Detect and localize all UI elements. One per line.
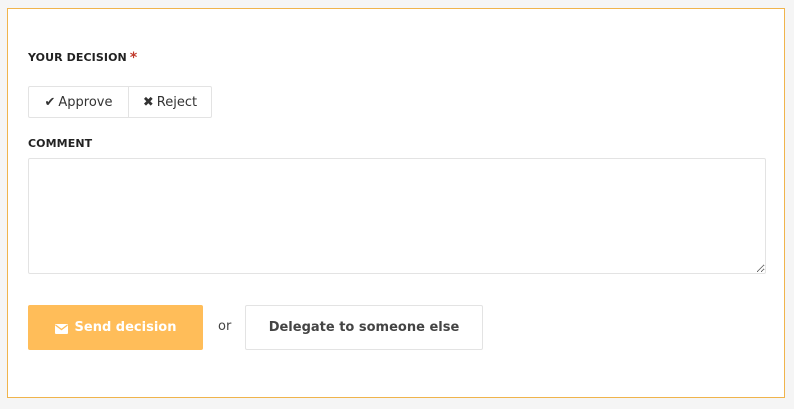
decision-panel: YOUR DECISION * ✔ Approve ✖ Reject COMMEN… — [7, 8, 785, 398]
envelope-icon — [54, 323, 68, 334]
approve-label: Approve — [58, 94, 113, 110]
decision-label-row: YOUR DECISION * — [28, 49, 138, 66]
decision-label: YOUR DECISION — [28, 51, 127, 64]
reject-button[interactable]: ✖ Reject — [129, 87, 211, 117]
x-icon: ✖ — [142, 94, 154, 110]
or-separator: or — [218, 319, 232, 334]
send-decision-button[interactable]: Send decision — [28, 305, 203, 350]
decision-toggle-group: ✔ Approve ✖ Reject — [28, 86, 212, 118]
send-decision-label: Send decision — [74, 320, 177, 335]
comment-label: COMMENT — [28, 137, 93, 150]
approve-button[interactable]: ✔ Approve — [29, 87, 129, 117]
comment-textarea[interactable] — [28, 158, 766, 274]
reject-label: Reject — [156, 94, 198, 110]
check-icon: ✔ — [44, 94, 56, 110]
required-marker: * — [129, 50, 138, 66]
delegate-button[interactable]: Delegate to someone else — [245, 305, 483, 350]
